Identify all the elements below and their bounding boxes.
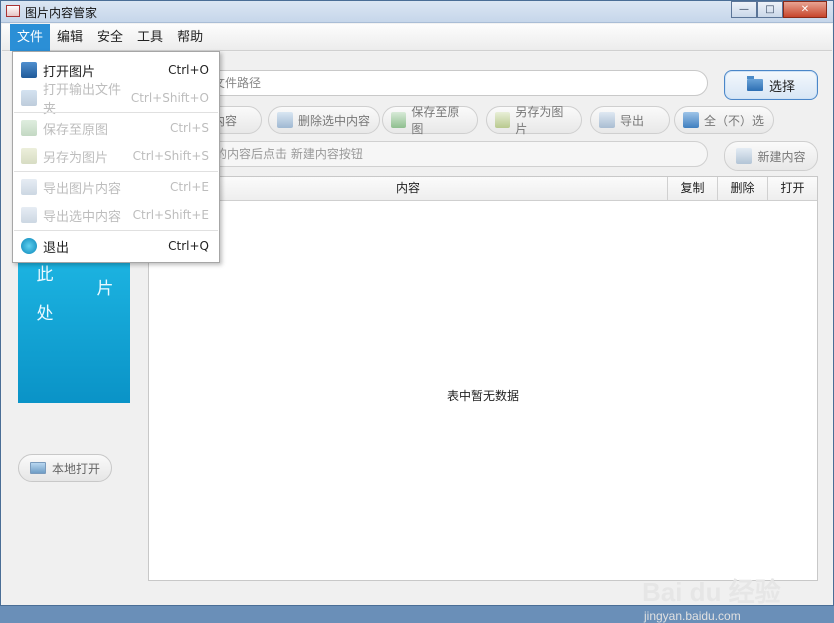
save-original-button[interactable]: 保存至原图 (382, 105, 478, 136)
save-as-label: 另存为图片 (515, 105, 564, 136)
menu-item-label: 退出 (43, 240, 70, 256)
export-icon (21, 179, 37, 195)
select-all-button[interactable]: 全（不）选 (674, 106, 774, 134)
column-open[interactable]: 打开 (767, 177, 817, 200)
menu-separator (14, 230, 218, 231)
menu-item-shortcut: Ctrl+E (170, 180, 209, 194)
column-content[interactable]: 内容 (149, 177, 667, 200)
local-open-label: 本地打开 (51, 461, 100, 476)
folder-icon (746, 76, 763, 91)
export-label: 导出 (620, 113, 645, 128)
close-button[interactable]: ✕ (783, 1, 827, 18)
new-content-label: 新建内容 (757, 149, 806, 164)
menu-item-shortcut: Ctrl+Shift+E (132, 208, 209, 222)
menu-save-as: 另存为图片 Ctrl+Shift+S (13, 142, 219, 170)
drop-char: 片 (96, 279, 114, 299)
select-all-icon (683, 112, 699, 128)
select-button-label: 选择 (768, 79, 795, 95)
image-icon (29, 462, 46, 474)
table-header: 内容 复制 删除 打开 (149, 177, 817, 201)
menu-open-output-folder: 打开输出文件夹 Ctrl+Shift+O (13, 83, 219, 117)
save-icon (21, 120, 37, 136)
local-open-button[interactable]: 本地打开 (18, 454, 112, 482)
column-copy[interactable]: 复制 (667, 177, 717, 200)
save-as-icon (21, 148, 37, 164)
menu-separator (14, 112, 218, 113)
minimize-button[interactable]: — (731, 1, 757, 18)
watermark: Bai du 经验 jingyan.baidu.com (642, 572, 781, 623)
menu-export-selected: 导出选中内容 Ctrl+Shift+E (13, 201, 219, 229)
menu-item-label: 打开图片 (43, 64, 96, 80)
column-delete[interactable]: 删除 (717, 177, 767, 200)
menu-item-label: 保存至原图 (43, 122, 109, 138)
file-path-input[interactable]: 文件路径 (148, 70, 708, 96)
new-content-input[interactable]: 的内容后点击 新建内容按钮 (148, 141, 708, 167)
delete-icon (277, 112, 293, 128)
menu-item-label: 导出选中内容 (43, 209, 122, 225)
menu-item-label: 导出图片内容 (43, 181, 122, 197)
window-title: 图片内容管家 (25, 6, 98, 20)
power-icon (21, 238, 37, 254)
watermark-main: Bai du 经验 (642, 577, 781, 607)
save-icon (391, 112, 407, 128)
open-image-icon (21, 62, 37, 78)
menu-item-shortcut: Ctrl+O (168, 63, 209, 77)
file-menu-dropdown: 打开图片 Ctrl+O 打开输出文件夹 Ctrl+Shift+O 保存至原图 C… (12, 51, 220, 263)
menu-bar: 文件 编辑 安全 工具 帮助 (2, 24, 832, 51)
delete-selected-label: 删除选中内容 (298, 113, 371, 128)
menu-security[interactable]: 安全 (90, 24, 130, 51)
menu-separator (14, 171, 218, 172)
save-as-icon (495, 112, 511, 128)
menu-file[interactable]: 文件 (10, 24, 51, 51)
select-button[interactable]: 选择 (724, 70, 818, 100)
menu-item-shortcut: Ctrl+Q (168, 239, 209, 253)
maximize-button[interactable]: □ (757, 1, 783, 18)
toolbar: 中内容 删除选中内容 保存至原图 另存为图片 导出 全（不）选 (128, 105, 812, 136)
save-as-button[interactable]: 另存为图片 (486, 105, 582, 136)
menu-exit[interactable]: 退出 Ctrl+Q (13, 232, 219, 260)
window-controls: — □ ✕ (731, 1, 827, 19)
empty-table-message: 表中暂无数据 (446, 389, 519, 403)
select-all-label: 全（不）选 (704, 113, 765, 128)
delete-selected-button[interactable]: 删除选中内容 (268, 106, 380, 134)
title-bar: 图片内容管家 — □ ✕ (1, 1, 833, 23)
content-table: 内容 复制 删除 打开 表中暂无数据 (148, 176, 818, 581)
export-icon (599, 112, 615, 128)
export-button[interactable]: 导出 (590, 106, 670, 134)
app-icon (6, 5, 20, 17)
menu-save-original: 保存至原图 Ctrl+S (13, 114, 219, 142)
new-content-button[interactable]: 新建内容 (724, 141, 818, 171)
menu-item-label: 另存为图片 (43, 150, 109, 166)
app-window: 图片内容管家 — □ ✕ 文件 编辑 安全 工具 帮助 拖 至 此 处 将 图 … (0, 0, 834, 623)
menu-item-shortcut: Ctrl+S (169, 121, 209, 135)
save-original-label: 保存至原图 (411, 105, 460, 136)
menu-export-image-content: 导出图片内容 Ctrl+E (13, 173, 219, 201)
export-selected-icon (21, 207, 37, 223)
menu-help[interactable]: 帮助 (170, 24, 210, 51)
new-content-icon (736, 148, 753, 164)
folder-icon (21, 90, 37, 106)
watermark-sub: jingyan.baidu.com (644, 609, 741, 623)
menu-item-shortcut: Ctrl+Shift+O (130, 91, 209, 105)
menu-tools[interactable]: 工具 (130, 24, 170, 51)
menu-item-shortcut: Ctrl+Shift+S (132, 149, 209, 163)
menu-edit[interactable]: 编辑 (50, 24, 90, 51)
drop-char: 处 (36, 304, 54, 324)
